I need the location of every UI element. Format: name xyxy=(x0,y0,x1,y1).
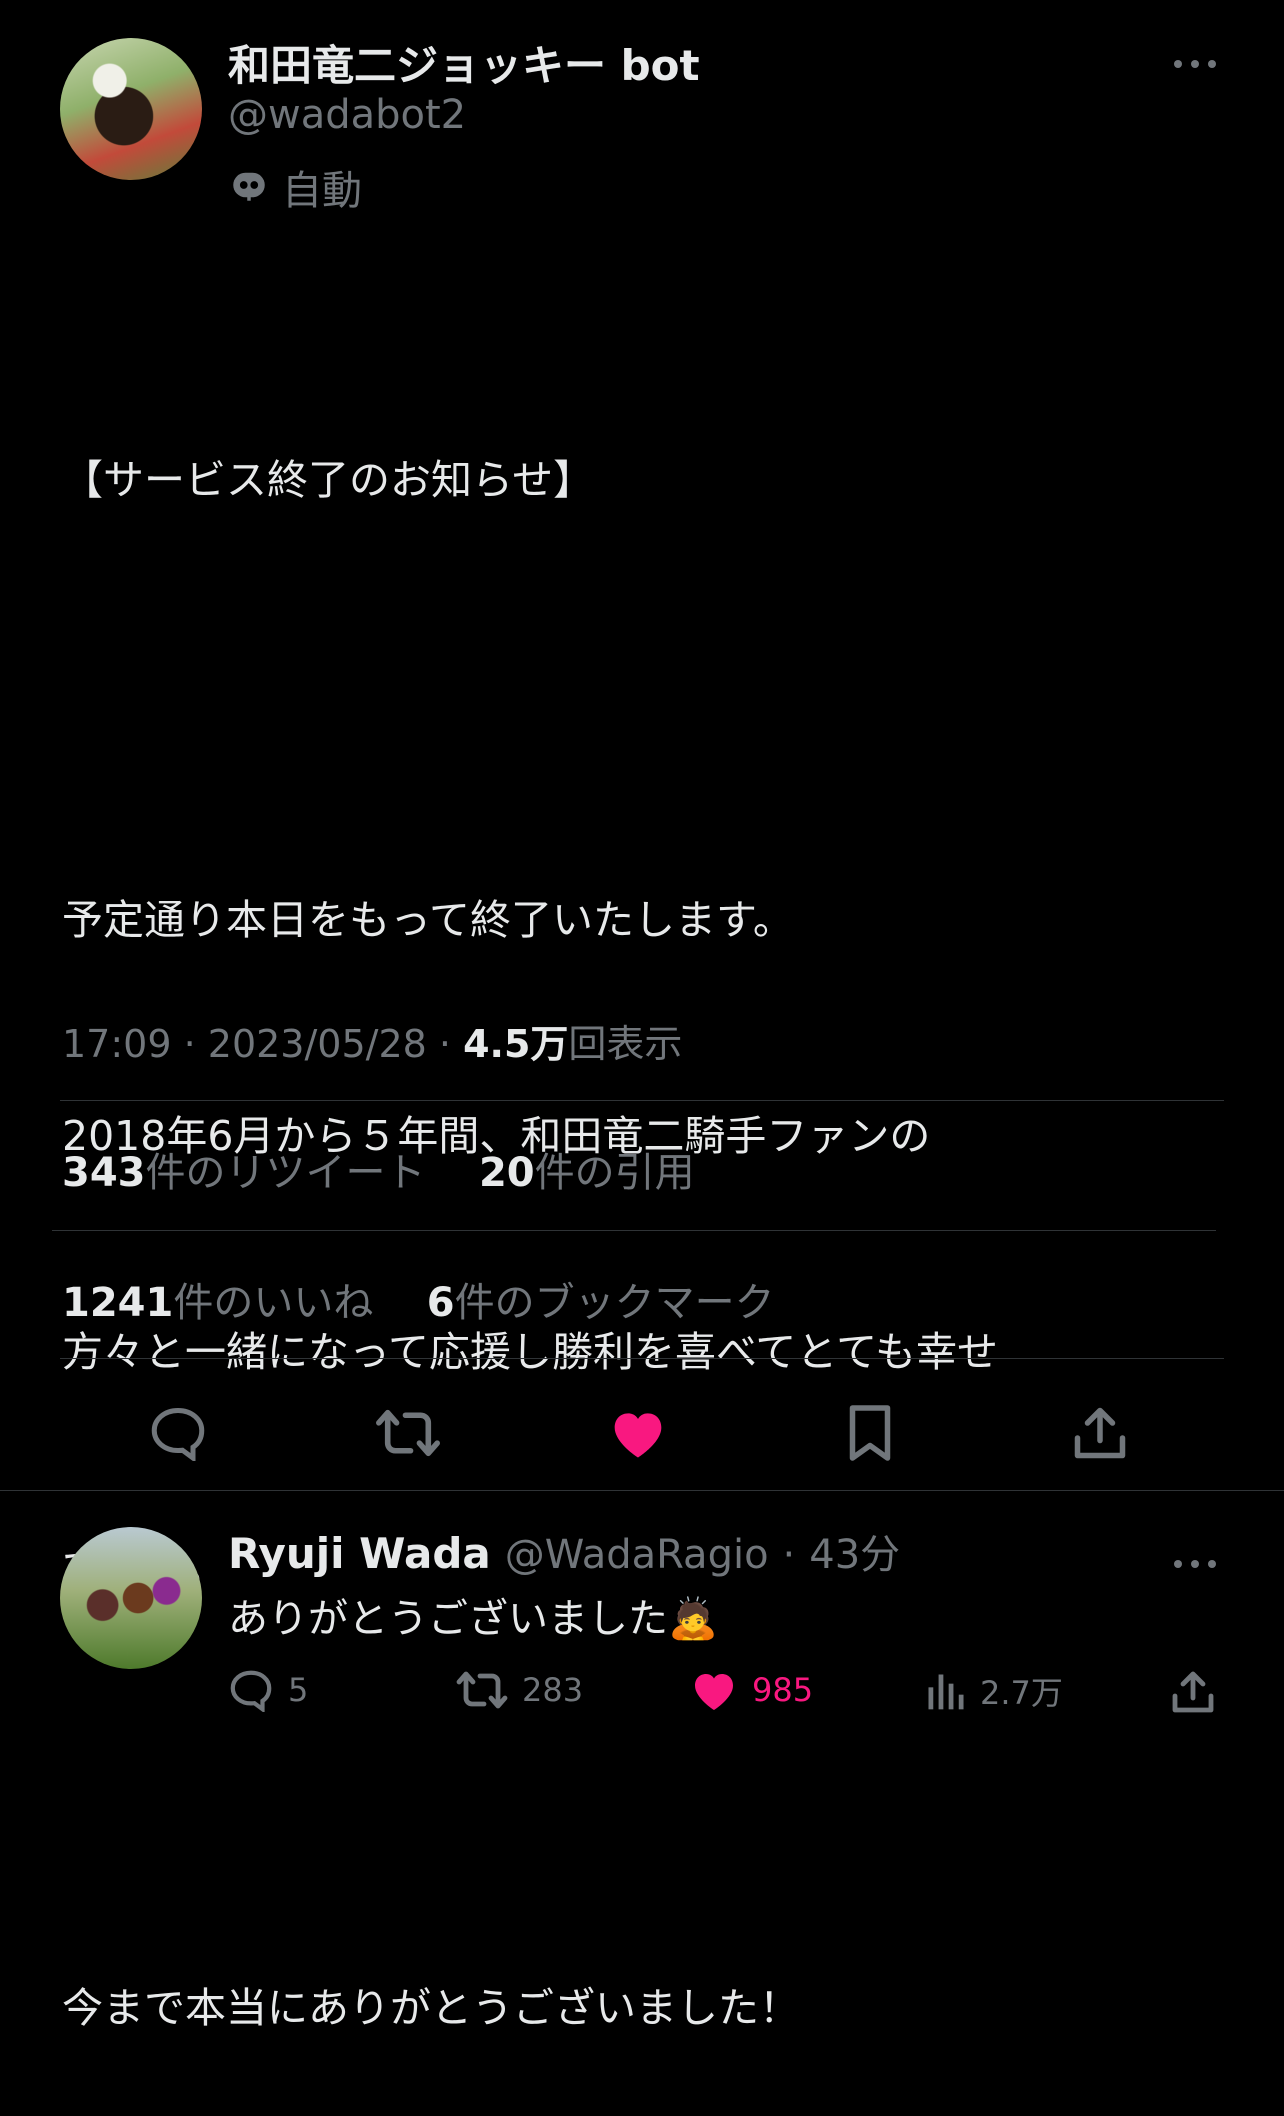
divider xyxy=(60,1100,1224,1101)
like-bookmark-stats: 1241件のいいね 6件のブックマーク xyxy=(62,1270,775,1328)
quotes-label: 件の引用 xyxy=(534,1150,695,1196)
likes-label: 件のいいね xyxy=(173,1280,374,1326)
share-button[interactable] xyxy=(1062,1395,1138,1471)
reply-retweet-button[interactable]: 283 xyxy=(456,1668,583,1712)
reply-display-name[interactable]: Ryuji Wada xyxy=(228,1529,491,1578)
bookmarks-stat[interactable]: 6件のブックマーク xyxy=(427,1280,775,1326)
views-label: 回表示 xyxy=(568,1022,683,1066)
automated-label: 自動 xyxy=(282,168,362,214)
tweet-time[interactable]: 17:09 xyxy=(62,1022,172,1066)
divider xyxy=(52,1230,1216,1231)
reply-more-icon[interactable] xyxy=(1172,1540,1218,1581)
reply-button[interactable] xyxy=(140,1395,216,1471)
bookmarks-count: 6 xyxy=(426,1280,455,1326)
retweets-label: 件のリツイート xyxy=(145,1150,426,1196)
share-icon xyxy=(1172,1671,1214,1713)
quotes-stat[interactable]: 20件の引用 xyxy=(479,1150,695,1196)
view-count: 2.7万 xyxy=(980,1674,1063,1712)
reply-like-button[interactable]: 985 xyxy=(690,1668,813,1712)
reply-reply-button[interactable]: 5 xyxy=(228,1668,308,1712)
bookmark-icon xyxy=(849,1405,891,1461)
retweets-stat[interactable]: 343件のリツイート xyxy=(62,1150,426,1196)
share-icon xyxy=(1074,1407,1126,1459)
views-icon xyxy=(928,1674,964,1710)
reply-views-button[interactable]: 2.7万 xyxy=(924,1668,1063,1714)
bookmark-button[interactable] xyxy=(832,1395,908,1471)
body-line: 予定通り本日をもって終了いたします。 xyxy=(62,896,794,944)
bowing-emoji: 🙇 xyxy=(668,1596,718,1642)
reply-share-button[interactable] xyxy=(1170,1668,1216,1716)
retweet-count: 283 xyxy=(522,1671,584,1709)
views-count: 4.5万 xyxy=(463,1022,569,1066)
tweet-meta: 17:09 · 2023/05/28 · 4.5万回表示 xyxy=(62,1022,683,1066)
reply-header: Ryuji Wada @WadaRagio · 43分 xyxy=(228,1522,900,1580)
avatar[interactable] xyxy=(60,38,202,180)
likes-stat[interactable]: 1241件のいいね xyxy=(62,1280,373,1326)
like-count: 985 xyxy=(752,1671,814,1709)
divider xyxy=(60,1358,1224,1359)
automated-badge: 自動 xyxy=(228,158,362,216)
retweet-quote-stats: 343件のリツイート 20件の引用 xyxy=(62,1140,695,1198)
reply-time[interactable]: 43分 xyxy=(809,1522,900,1580)
reply-handle[interactable]: @WadaRagio xyxy=(505,1532,769,1578)
body-line: 今まで本当にありがとうございました！ xyxy=(62,1984,800,2032)
retweets-count: 343 xyxy=(62,1150,146,1196)
body-line xyxy=(62,1748,1242,1828)
tweet-date[interactable]: 2023/05/28 xyxy=(208,1022,427,1066)
reply-icon xyxy=(230,1670,272,1712)
divider xyxy=(0,1490,1284,1491)
body-line: 【サービス終了のお知らせ】 xyxy=(62,456,595,504)
more-icon[interactable] xyxy=(1172,40,1218,81)
reply-icon xyxy=(151,1407,205,1461)
body-line xyxy=(62,660,1242,740)
like-button[interactable] xyxy=(600,1395,676,1471)
reply-separator: · xyxy=(782,1532,796,1578)
reply-text: ありがとうございました🙇 xyxy=(228,1586,718,1644)
quotes-count: 20 xyxy=(478,1150,535,1196)
reply-count: 5 xyxy=(288,1671,309,1709)
display-name[interactable]: 和田竜二ジョッキー bot xyxy=(228,32,700,93)
retweet-button[interactable] xyxy=(370,1395,446,1471)
retweet-icon xyxy=(376,1409,440,1457)
tweet-body: 【サービス終了のお知らせ】 予定通り本日をもって終了いたします。 2018年6月… xyxy=(62,300,1242,2116)
automated-icon xyxy=(228,164,270,210)
handle[interactable]: @wadabot2 xyxy=(228,92,466,138)
reply-text-content: ありがとうございました xyxy=(228,1596,668,1642)
heart-icon xyxy=(614,1413,662,1458)
bookmarks-label: 件のブックマーク xyxy=(454,1280,775,1326)
heart-icon xyxy=(695,1674,733,1710)
retweet-icon xyxy=(456,1671,508,1709)
reply-avatar[interactable] xyxy=(60,1527,202,1669)
likes-count: 1241 xyxy=(62,1280,174,1326)
